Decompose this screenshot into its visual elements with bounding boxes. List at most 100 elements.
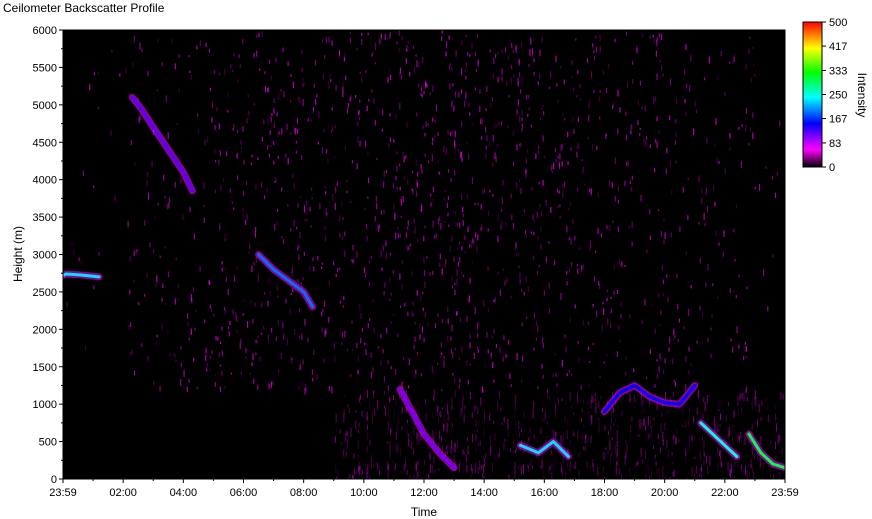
noise-speck (451, 324, 453, 332)
noise-speck (337, 267, 339, 273)
noise-speck (613, 264, 616, 270)
noise-speck (261, 332, 263, 335)
noise-speck (544, 411, 546, 421)
noise-speck (661, 264, 664, 271)
noise-speck (751, 447, 753, 456)
noise-speck (166, 203, 168, 210)
noise-speck (423, 257, 425, 264)
noise-speck (377, 462, 379, 469)
noise-speck (389, 298, 391, 301)
noise-speck (670, 232, 672, 238)
noise-speck (97, 106, 99, 110)
noise-speck (512, 439, 514, 448)
noise-speck (366, 343, 368, 346)
noise-speck (198, 128, 200, 135)
noise-speck (587, 321, 589, 325)
noise-speck (415, 60, 418, 67)
noise-speck (475, 434, 477, 441)
noise-speck (641, 106, 643, 110)
y-tick-label: 2500 (33, 287, 57, 299)
noise-speck (580, 385, 582, 391)
noise-speck (196, 113, 199, 117)
noise-speck (477, 406, 479, 415)
noise-speck (375, 195, 377, 203)
x-tick-label: 14:00 (470, 487, 498, 499)
noise-speck (312, 257, 314, 262)
noise-speck (611, 453, 613, 457)
noise-speck (663, 239, 665, 245)
noise-speck (516, 353, 518, 360)
noise-speck (454, 282, 456, 286)
noise-speck (243, 159, 245, 165)
noise-speck (393, 203, 395, 210)
noise-speck (256, 34, 258, 38)
noise-speck (781, 447, 783, 456)
noise-speck (490, 102, 492, 108)
noise-speck (507, 340, 510, 345)
noise-speck (135, 249, 137, 254)
noise-speck (537, 437, 539, 444)
noise-speck (659, 353, 661, 360)
noise-speck (456, 311, 458, 316)
noise-speck (555, 461, 557, 466)
noise-speck (589, 240, 591, 243)
noise-speck (459, 378, 461, 383)
colorbar-tick-label: 0 (829, 162, 835, 174)
noise-speck (316, 374, 318, 380)
noise-speck (312, 111, 314, 114)
noise-speck (199, 266, 201, 272)
noise-speck (485, 126, 487, 133)
noise-speck (295, 140, 298, 144)
noise-speck (305, 200, 308, 206)
noise-speck (504, 47, 507, 53)
noise-speck (373, 327, 375, 334)
noise-speck (524, 230, 527, 235)
noise-speck (656, 403, 658, 410)
noise-speck (586, 400, 588, 405)
noise-speck (504, 280, 506, 286)
noise-speck (321, 311, 323, 316)
noise-speck (537, 150, 539, 155)
noise-speck (629, 393, 631, 403)
noise-speck (311, 197, 313, 200)
noise-speck (446, 202, 449, 208)
noise-speck (565, 400, 567, 405)
noise-speck (694, 456, 696, 459)
noise-speck (539, 465, 541, 469)
noise-speck (612, 104, 614, 109)
noise-speck (227, 92, 229, 99)
noise-speck (433, 395, 435, 401)
noise-speck (617, 186, 619, 191)
noise-speck (452, 473, 454, 476)
noise-speck (537, 386, 539, 389)
noise-speck (227, 109, 229, 113)
noise-speck (497, 76, 499, 83)
noise-speck (669, 160, 671, 167)
noise-speck (615, 444, 617, 454)
noise-speck (227, 289, 229, 295)
noise-speck (749, 473, 751, 476)
noise-speck (405, 459, 407, 468)
noise-speck (323, 300, 326, 307)
noise-speck (485, 145, 487, 150)
noise-speck (454, 130, 457, 138)
noise-speck (141, 343, 143, 347)
noise-speck (434, 323, 437, 329)
noise-speck (583, 423, 585, 429)
noise-speck (161, 62, 163, 67)
noise-speck (684, 403, 686, 408)
noise-speck (276, 220, 279, 226)
noise-speck (514, 401, 516, 412)
noise-speck (369, 318, 371, 321)
noise-speck (502, 268, 504, 271)
noise-speck (298, 308, 301, 313)
noise-speck (141, 48, 143, 52)
noise-speck (317, 255, 319, 261)
noise-speck (462, 213, 464, 217)
noise-speck (556, 383, 558, 387)
noise-speck (350, 374, 352, 377)
noise-speck (321, 262, 323, 265)
noise-speck (230, 64, 232, 69)
noise-speck (399, 233, 401, 239)
noise-speck (443, 355, 445, 360)
